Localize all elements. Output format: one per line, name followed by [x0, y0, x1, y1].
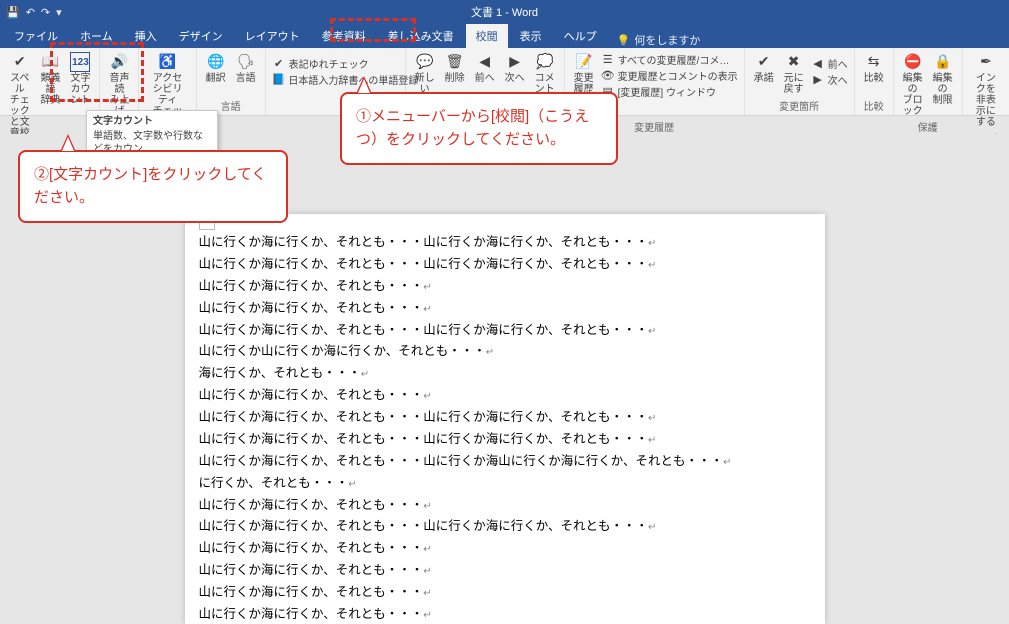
delete-comment-button[interactable]: 🗑削除 [442, 50, 468, 86]
group-accessibility: ♿ アクセシビリティ チェック アクセシビリティ [139, 48, 196, 115]
language-icon: 🗣 [236, 52, 256, 72]
document-page[interactable]: 山に行くか海に行くか、それとも・・・山に行くか海に行くか、それとも・・・↵山に行… [185, 214, 825, 624]
titlebar: 💾 ↶ ↷ ▾ 文書 1 - Word [0, 0, 1009, 24]
document-line[interactable]: 山に行くか海に行くか、それとも・・・山に行くか海に行くか、それとも・・・↵ [199, 320, 811, 342]
tab-design[interactable]: デザイン [169, 24, 233, 48]
document-line[interactable]: 山に行くか海に行くか、それとも・・・山に行くか海に行くか、それとも・・・↵ [199, 232, 811, 254]
spelling-variants-button[interactable]: ✔表記ゆれチェック [272, 56, 399, 71]
restrict-editing-button[interactable]: 🔒編集の 制限 [930, 50, 956, 108]
readaloud-icon: 🔊 [109, 52, 129, 72]
quick-access-toolbar: 💾 ↶ ↷ ▾ [6, 6, 62, 19]
prev-icon: ◀ [475, 52, 495, 72]
language-button[interactable]: 🗣 言語 [233, 50, 259, 86]
accessibility-icon: ♿ [158, 52, 178, 72]
compare-icon: ⇆ [864, 52, 884, 72]
callout-review-tab: ①メニューバーから[校閲]（こうえつ）をクリックしてください。 [340, 92, 618, 165]
prev-change-icon: ◀ [811, 57, 825, 71]
document-line[interactable]: 山に行くか山に行くか海に行くか、それとも・・・↵ [199, 341, 811, 363]
group-protect: ⛔編集の ブロック 🔒編集の 制限 保護 [894, 48, 963, 115]
hide-ink-button[interactable]: ✒インクを非表 示にする [969, 50, 1003, 130]
prev-comment-button[interactable]: ◀前へ [472, 50, 498, 86]
thesaurus-button[interactable]: 📖 類義語 辞典 [37, 50, 63, 108]
reject-button[interactable]: ✖元に戻す [781, 50, 807, 97]
dropdown-icon: ☰ [601, 53, 615, 67]
next-change-icon: ▶ [811, 73, 825, 87]
tab-file[interactable]: ファイル [4, 24, 68, 48]
group-speech: 🔊 音声読 み上げ 音声 [100, 48, 139, 115]
ink-icon: ✒ [976, 52, 996, 72]
callout-wordcount: ②[文字カウント]をクリックしてください。 [18, 150, 288, 223]
eye-icon: 👁 [601, 69, 615, 83]
translate-button[interactable]: 🌐 翻訳 [203, 50, 229, 86]
document-line[interactable]: 山に行くか海に行くか、それとも・・・↵ [199, 276, 811, 298]
window-title: 文書 1 - Word [471, 4, 538, 20]
document-line[interactable]: 山に行くか海に行くか、それとも・・・↵ [199, 538, 811, 560]
ime-register-button[interactable]: 📘日本語入力辞書への単語登録 [272, 72, 399, 87]
document-line[interactable]: 山に行くか海に行くか、それとも・・・↵ [199, 298, 811, 320]
show-markup-dropdown[interactable]: 👁変更履歴とコメントの表示 [601, 68, 738, 83]
document-line[interactable]: 山に行くか海に行くか、それとも・・・↵ [199, 582, 811, 604]
tab-help[interactable]: ヘルプ [554, 24, 607, 48]
document-line[interactable]: 山に行くか海に行くか、それとも・・・山に行くか海に行くか、それとも・・・↵ [199, 407, 811, 429]
prev-change-button[interactable]: ◀前へ [811, 56, 848, 71]
document-line[interactable]: 山に行くか海に行くか、それとも・・・山に行くか海に行くか、それとも・・・↵ [199, 429, 811, 451]
next-icon: ▶ [505, 52, 525, 72]
document-line[interactable]: 山に行くか海に行くか、それとも・・・山に行くか海に行くか、それとも・・・↵ [199, 516, 811, 538]
tab-references[interactable]: 参考資料 [312, 24, 376, 48]
compare-button[interactable]: ⇆比較 [861, 50, 887, 86]
group-proofing: ✔ スペル チェック と文章校正 📖 類義語 辞典 123 文字 カウント 文章… [0, 48, 100, 115]
block-authors-button[interactable]: ⛔編集の ブロック [900, 50, 926, 119]
accept-icon: ✔ [754, 52, 774, 72]
tab-mailings[interactable]: 差し込み文書 [378, 24, 464, 48]
tab-review[interactable]: 校閲 [466, 24, 508, 48]
lock-icon: 🔒 [933, 52, 953, 72]
comment-icon: 💬 [415, 52, 435, 72]
document-line[interactable]: 山に行くか海に行くか、それとも・・・山に行くか海山に行くか海に行くか、それとも・… [199, 451, 811, 473]
delete-icon: 🗑 [445, 52, 465, 72]
group-language: 🌐 翻訳 🗣 言語 言語 [197, 48, 266, 115]
tab-layout[interactable]: レイアウト [235, 24, 310, 48]
redo-icon[interactable]: ↷ [41, 6, 50, 19]
book-icon: 📘 [272, 73, 286, 87]
reject-icon: ✖ [784, 52, 804, 72]
tell-me-label: 何をしますか [634, 32, 700, 48]
document-line[interactable]: に行くか、それとも・・・↵ [199, 473, 811, 495]
document-line[interactable]: 山に行くか海に行くか、それとも・・・↵ [199, 385, 811, 407]
document-line[interactable]: 山に行くか海に行くか、それとも・・・↵ [199, 560, 811, 582]
wordcount-button[interactable]: 123 文字 カウント [67, 50, 93, 108]
reviewing-pane-dropdown[interactable]: ▤[変更履歴] ウィンドウ [601, 84, 738, 99]
accept-button[interactable]: ✔承諾 [751, 50, 777, 86]
spellcheck-icon: ✔ [10, 52, 30, 72]
save-icon[interactable]: 💾 [6, 6, 20, 19]
tell-me[interactable]: 💡 何をしますか [617, 32, 701, 48]
qat-dropdown-icon[interactable]: ▾ [56, 6, 62, 19]
track-icon: 📝 [574, 52, 594, 72]
group-ink: ✒インクを非表 示にする インク [963, 48, 1009, 115]
document-line[interactable]: 山に行くか海に行くか、それとも・・・山に行くか海に行くか、それとも・・・↵ [199, 254, 811, 276]
document-line[interactable]: 山に行くか海に行くか、それとも・・・↵ [199, 495, 811, 517]
display-for-review-dropdown[interactable]: ☰すべての変更履歴/コメ… [601, 52, 738, 67]
block-icon: ⛔ [903, 52, 923, 72]
group-changes: ✔承諾 ✖元に戻す ◀前へ ▶次へ 変更箇所 [745, 48, 855, 115]
check-icon: ✔ [272, 57, 286, 71]
translate-icon: 🌐 [206, 52, 226, 72]
thesaurus-icon: 📖 [40, 52, 60, 72]
wordcount-icon: 123 [70, 52, 90, 72]
tab-view[interactable]: 表示 [510, 24, 552, 48]
tab-insert[interactable]: 挿入 [125, 24, 167, 48]
lightbulb-icon: 💡 [617, 34, 631, 47]
menubar: ファイル ホーム 挿入 デザイン レイアウト 参考資料 差し込み文書 校閲 表示… [0, 24, 1009, 48]
next-comment-button[interactable]: ▶次へ [502, 50, 528, 86]
group-compare: ⇆比較 比較 [855, 48, 894, 115]
document-line[interactable]: 海に行くか、それとも・・・↵ [199, 363, 811, 385]
undo-icon[interactable]: ↶ [26, 6, 35, 19]
document-line[interactable]: 山に行くか海に行くか、それとも・・・↵ [199, 604, 811, 624]
readaloud-button[interactable]: 🔊 音声読 み上げ [106, 50, 132, 119]
tab-home[interactable]: ホーム [70, 24, 123, 48]
next-change-button[interactable]: ▶次へ [811, 72, 848, 87]
show-comments-icon: 💭 [535, 52, 555, 72]
